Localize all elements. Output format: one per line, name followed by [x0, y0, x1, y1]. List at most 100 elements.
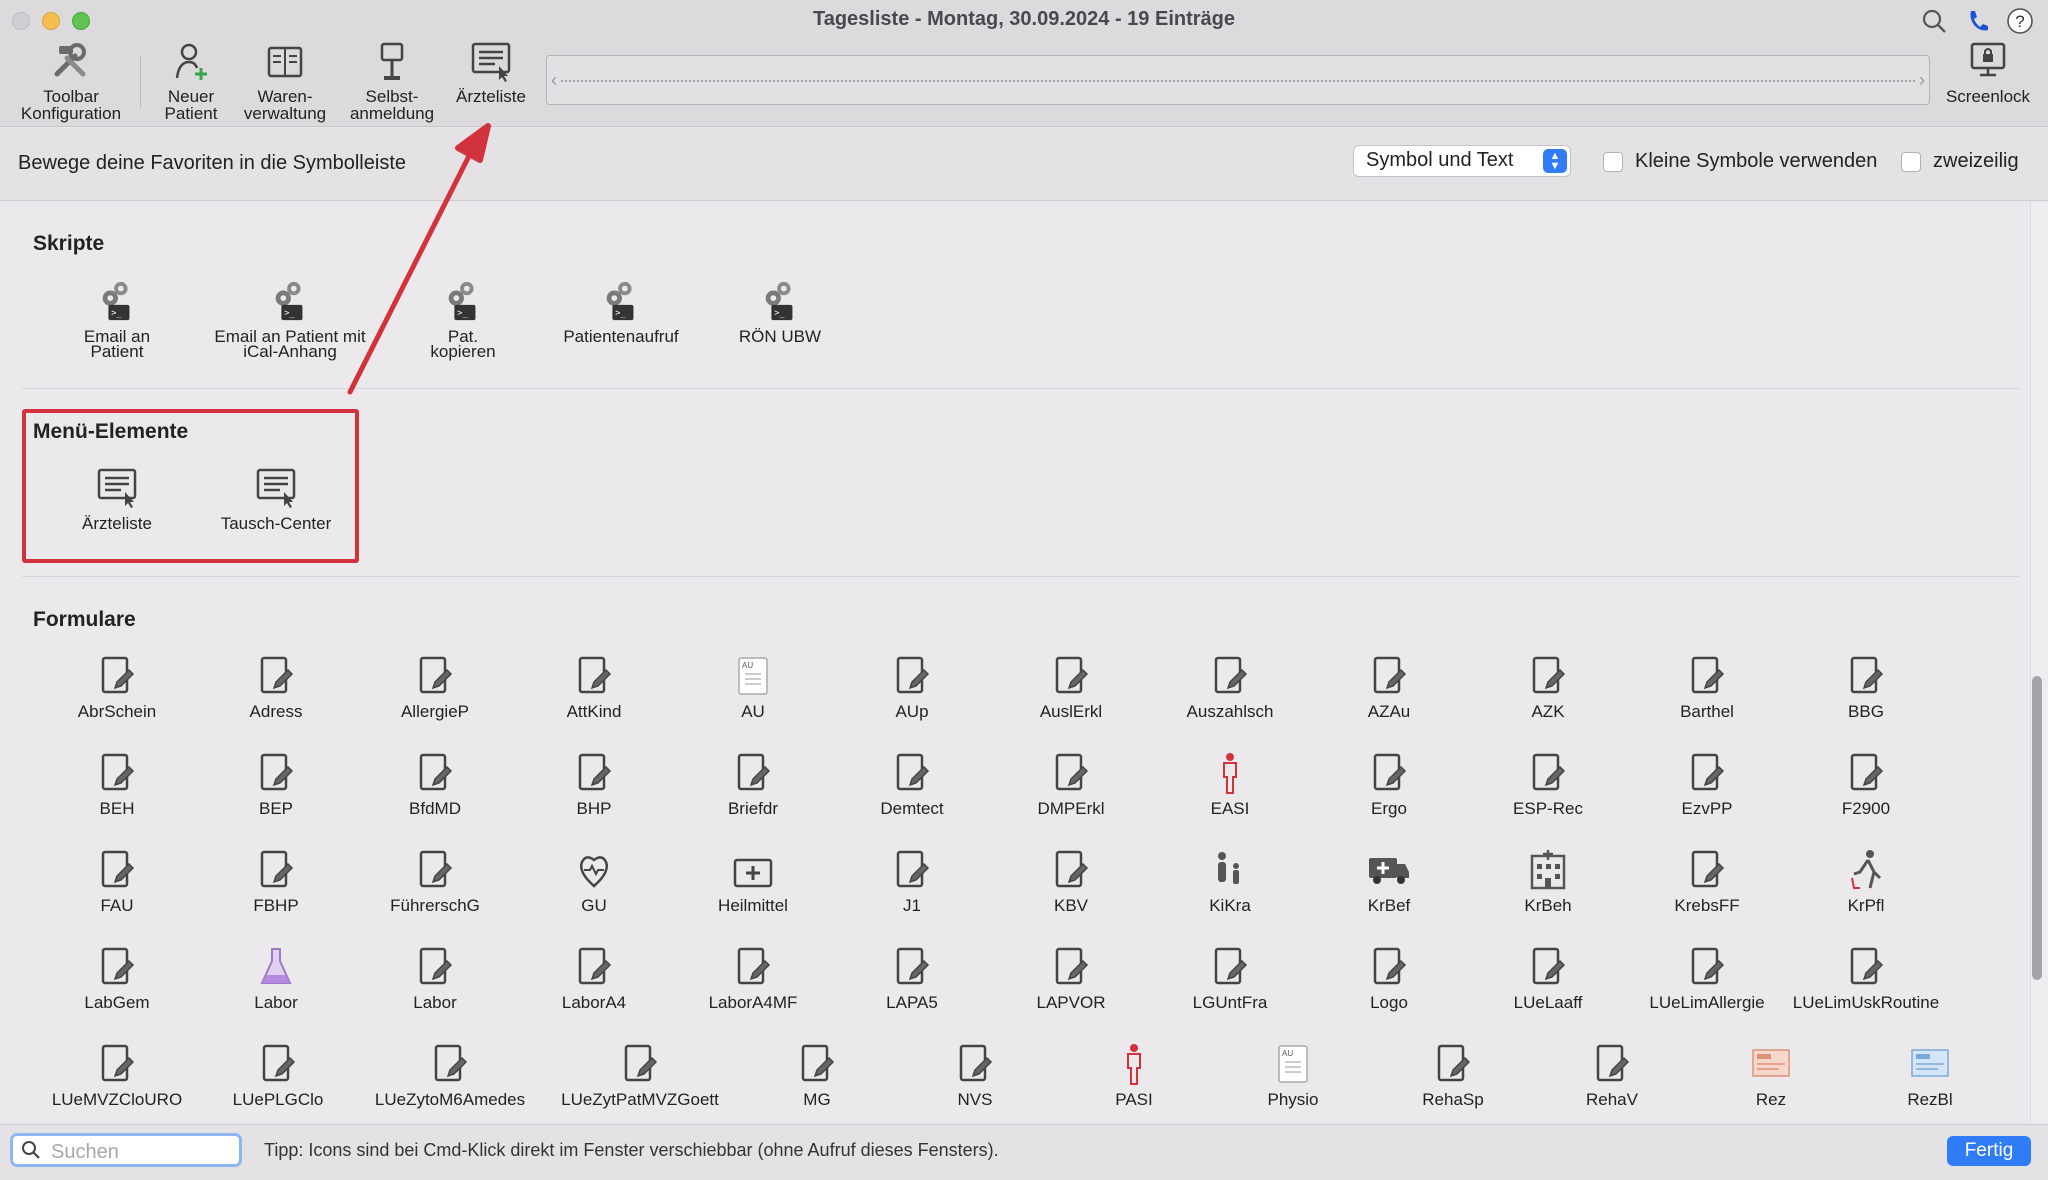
- form-item[interactable]: AuslErkl: [996, 654, 1146, 721]
- search-field[interactable]: Suchen: [10, 1133, 242, 1167]
- form-document-icon: [101, 656, 135, 694]
- svg-text:?: ?: [2015, 12, 2024, 31]
- form-item[interactable]: LUePLGClo: [203, 1042, 353, 1108]
- form-item[interactable]: AZK: [1473, 654, 1623, 720]
- form-item[interactable]: Auszahlsch: [1155, 654, 1305, 721]
- screenlock-icon: [1970, 42, 2006, 77]
- form-item[interactable]: AZAu: [1314, 654, 1464, 720]
- new-patient-icon: [175, 43, 207, 80]
- form-item[interactable]: LUeZytPatMVZGoett: [545, 1042, 735, 1108]
- form-item[interactable]: J1: [837, 848, 987, 914]
- form-item[interactable]: KrPfl: [1786, 848, 1946, 914]
- form-item[interactable]: Logo: [1314, 945, 1464, 1012]
- form-item[interactable]: BHP: [519, 751, 669, 817]
- form-item[interactable]: LGUntFra: [1155, 945, 1305, 1011]
- form-item[interactable]: LAPA5: [837, 945, 987, 1011]
- form-item[interactable]: Labor: [201, 945, 351, 1011]
- screenlock-button[interactable]: Screenlock: [1940, 40, 2036, 105]
- form-item[interactable]: Rez: [1696, 1042, 1846, 1108]
- form-item[interactable]: NVS: [900, 1042, 1050, 1108]
- form-item[interactable]: Ergo: [1314, 751, 1464, 817]
- form-item[interactable]: KrBeh: [1473, 848, 1623, 914]
- form-item[interactable]: LUeMVZCloURO: [42, 1042, 192, 1108]
- form-item[interactable]: Adress: [201, 654, 351, 720]
- form-item[interactable]: AllergieP: [360, 654, 510, 720]
- search-icon[interactable]: [1918, 6, 1950, 36]
- doctor-list-toolbar-button[interactable]: Ärzteliste: [450, 40, 532, 105]
- small-icons-checkbox[interactable]: Kleine Symbole verwenden: [1603, 150, 1877, 173]
- section-divider: [22, 576, 2020, 577]
- new-patient-button[interactable]: Neuer Patient: [150, 40, 232, 122]
- phone-icon[interactable]: [1962, 6, 1994, 36]
- two-rows-checkbox[interactable]: zweizeilig: [1901, 150, 2019, 173]
- form-item[interactable]: AUp: [837, 654, 987, 720]
- script-item[interactable]: >_ RÖN UBW: [710, 279, 850, 345]
- form-item[interactable]: RehaSp: [1378, 1042, 1528, 1108]
- form-item[interactable]: KBV: [996, 848, 1146, 914]
- form-item[interactable]: KrebsFF: [1632, 848, 1782, 914]
- help-icon[interactable]: ?: [2004, 6, 2036, 36]
- form-item[interactable]: RehaV: [1537, 1042, 1687, 1108]
- form-item[interactable]: PASI: [1059, 1042, 1209, 1108]
- form-item[interactable]: LaborA4: [519, 945, 669, 1011]
- form-item[interactable]: BBG: [1786, 654, 1946, 720]
- inventory-button[interactable]: Waren- verwaltung: [238, 40, 332, 122]
- form-item-label: ESP-Rec: [1513, 799, 1583, 818]
- form-document-icon: [1596, 1044, 1630, 1082]
- script-item[interactable]: >_ Email an Patient mit iCal-Anhang: [204, 279, 376, 360]
- script-item[interactable]: >_ Patientenaufruf: [546, 279, 696, 345]
- form-item[interactable]: EASI: [1155, 751, 1305, 817]
- form-item[interactable]: KrBef: [1314, 848, 1464, 914]
- display-mode-select[interactable]: Symbol und Text ▲ ▼: [1353, 145, 1571, 177]
- form-item[interactable]: LUeLaaff: [1473, 945, 1623, 1012]
- form-item[interactable]: BfdMD: [360, 751, 510, 817]
- form-document-icon: [959, 1044, 993, 1082]
- form-item[interactable]: BEH: [42, 751, 192, 817]
- form-item[interactable]: LUeLimAllergie: [1632, 945, 1782, 1011]
- form-item[interactable]: LAPVOR: [996, 945, 1146, 1011]
- form-item[interactable]: GU: [519, 848, 669, 914]
- form-item[interactable]: Demtect: [837, 751, 987, 817]
- form-item[interactable]: ESP-Rec: [1473, 751, 1623, 818]
- form-item[interactable]: MG: [742, 1042, 892, 1108]
- form-item[interactable]: Briefdr: [678, 751, 828, 817]
- form-item[interactable]: Heilmittel: [678, 848, 828, 914]
- form-item[interactable]: EzvPP: [1632, 751, 1782, 817]
- form-item[interactable]: AU AU: [678, 654, 828, 720]
- form-item[interactable]: KiKra: [1155, 848, 1305, 914]
- scrollbar-thumb[interactable]: [2032, 676, 2042, 980]
- form-document-icon: [1373, 656, 1407, 694]
- form-item[interactable]: Labor: [360, 945, 510, 1011]
- two-rows-checkbox-box[interactable]: [1901, 151, 1921, 172]
- self-checkin-button[interactable]: Selbst- anmeldung: [344, 40, 440, 122]
- form-item[interactable]: AttKind: [519, 654, 669, 720]
- form-item[interactable]: BEP: [201, 751, 351, 817]
- form-item[interactable]: LaborA4MF: [678, 945, 828, 1011]
- form-document-icon: [1532, 656, 1566, 694]
- vertical-scrollbar[interactable]: [2030, 202, 2048, 1124]
- form-item[interactable]: FBHP: [201, 848, 351, 914]
- form-item[interactable]: FAU: [42, 848, 192, 914]
- done-button[interactable]: Fertig: [1947, 1136, 2031, 1166]
- form-item[interactable]: F2900: [1786, 751, 1946, 817]
- form-item[interactable]: LUeLimUskRoutine: [1786, 945, 1946, 1011]
- script-item[interactable]: >_ Email an Patient: [60, 279, 174, 360]
- form-item[interactable]: Barthel: [1632, 654, 1782, 721]
- form-item[interactable]: AbrSchein: [42, 654, 192, 720]
- form-item[interactable]: AU Physio: [1218, 1042, 1368, 1108]
- form-item-label: AuslErkl: [1039, 702, 1103, 721]
- form-item-label: LUeLaaff: [1513, 993, 1583, 1012]
- toolbar-configuration-button[interactable]: Toolbar Konfiguration: [16, 40, 126, 122]
- form-item[interactable]: FührerschG: [360, 848, 510, 914]
- form-item-label: Barthel: [1680, 702, 1734, 721]
- form-item[interactable]: RezBl: [1850, 1042, 2010, 1108]
- form-item[interactable]: LabGem: [42, 945, 192, 1011]
- svg-text:>_: >_: [284, 308, 295, 318]
- small-icons-checkbox-box[interactable]: [1603, 151, 1623, 172]
- form-item-label: Logo: [1370, 993, 1408, 1012]
- form-item-label: Auszahlsch: [1186, 702, 1274, 721]
- form-item[interactable]: DMPErkl: [996, 751, 1146, 817]
- toolbar-drop-area[interactable]: ‹ ›: [546, 55, 1930, 105]
- form-item[interactable]: LUeZytoM6Amedes: [355, 1042, 545, 1108]
- script-item[interactable]: >_ Pat. kopieren: [406, 279, 520, 360]
